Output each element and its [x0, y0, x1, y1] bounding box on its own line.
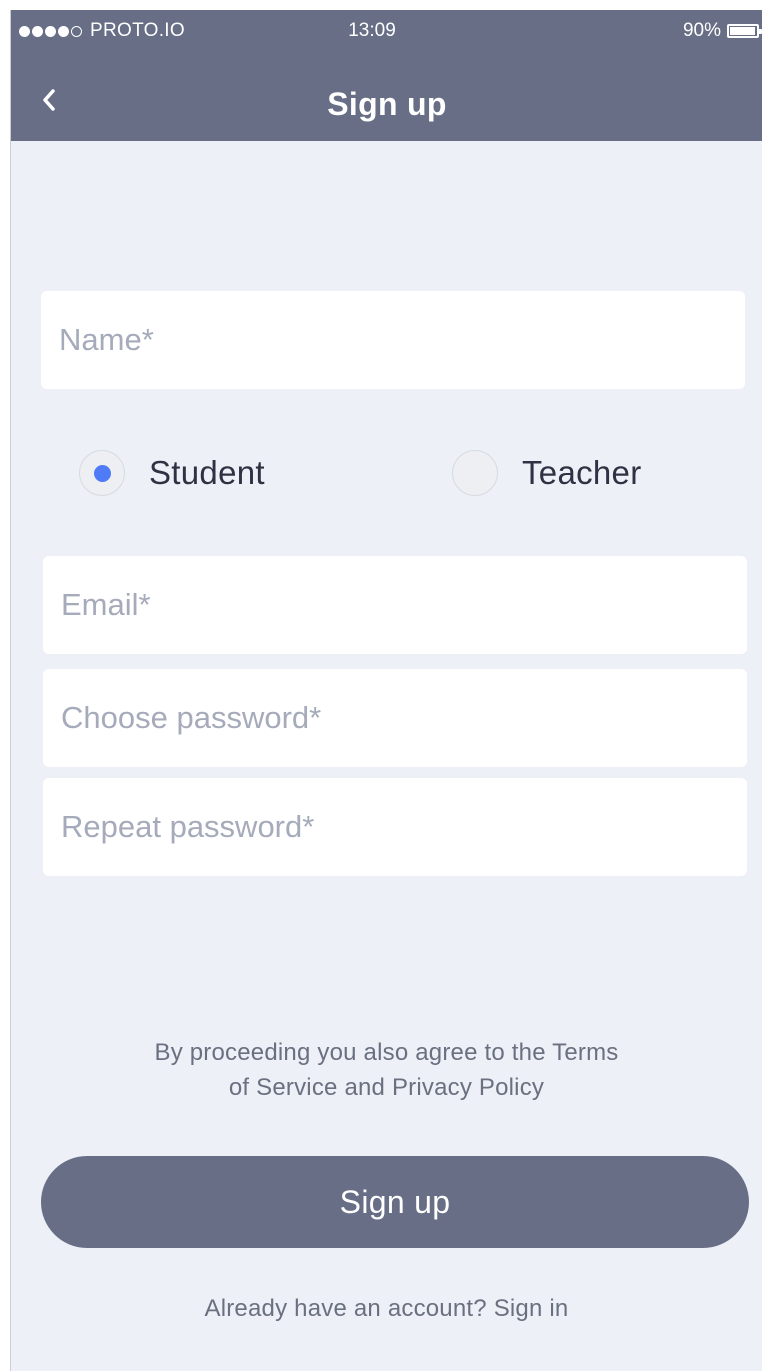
signup-button[interactable]: Sign up — [41, 1156, 749, 1248]
page-title: Sign up — [327, 86, 447, 122]
terms-text: By proceeding you also agree to the Term… — [11, 1035, 762, 1105]
terms-line-2: of Service and Privacy Policy — [228, 1074, 545, 1101]
status-bar: PROTO.IO 13:09 90% — [11, 10, 762, 50]
password-input[interactable] — [43, 669, 747, 767]
email-input[interactable] — [43, 556, 747, 654]
battery-fill — [730, 27, 756, 35]
password-field[interactable] — [43, 669, 747, 767]
radio-label-teacher: Teacher — [522, 454, 642, 491]
name-field[interactable] — [41, 291, 745, 389]
nav-bar: Sign up — [11, 70, 762, 130]
radio-option-student[interactable]: Student — [79, 450, 265, 496]
phone-screen: PROTO.IO 13:09 90% Sign up Name* Student… — [10, 10, 762, 1371]
terms-line-1: By proceeding you also agree to the Term… — [154, 1039, 619, 1066]
radio-option-teacher[interactable]: Teacher — [452, 450, 642, 496]
signin-link[interactable]: Already have an account? Sign in — [11, 1295, 762, 1323]
radio-label-student: Student — [149, 454, 265, 491]
repeat-password-input[interactable] — [43, 778, 747, 876]
repeat-password-field[interactable] — [43, 778, 747, 876]
radio-selected-dot — [93, 464, 111, 482]
name-input[interactable] — [41, 291, 745, 389]
email-field[interactable] — [43, 556, 747, 654]
battery-percent: 90% — [682, 20, 721, 41]
header: PROTO.IO 13:09 90% Sign up — [11, 10, 762, 141]
radio-button-student[interactable] — [79, 450, 125, 496]
status-time: 13:09 — [348, 20, 396, 41]
status-right: 90% — [682, 20, 762, 42]
role-radio-group: Student Teacher — [11, 450, 762, 510]
battery-icon — [727, 24, 762, 38]
radio-button-teacher[interactable] — [452, 450, 498, 496]
